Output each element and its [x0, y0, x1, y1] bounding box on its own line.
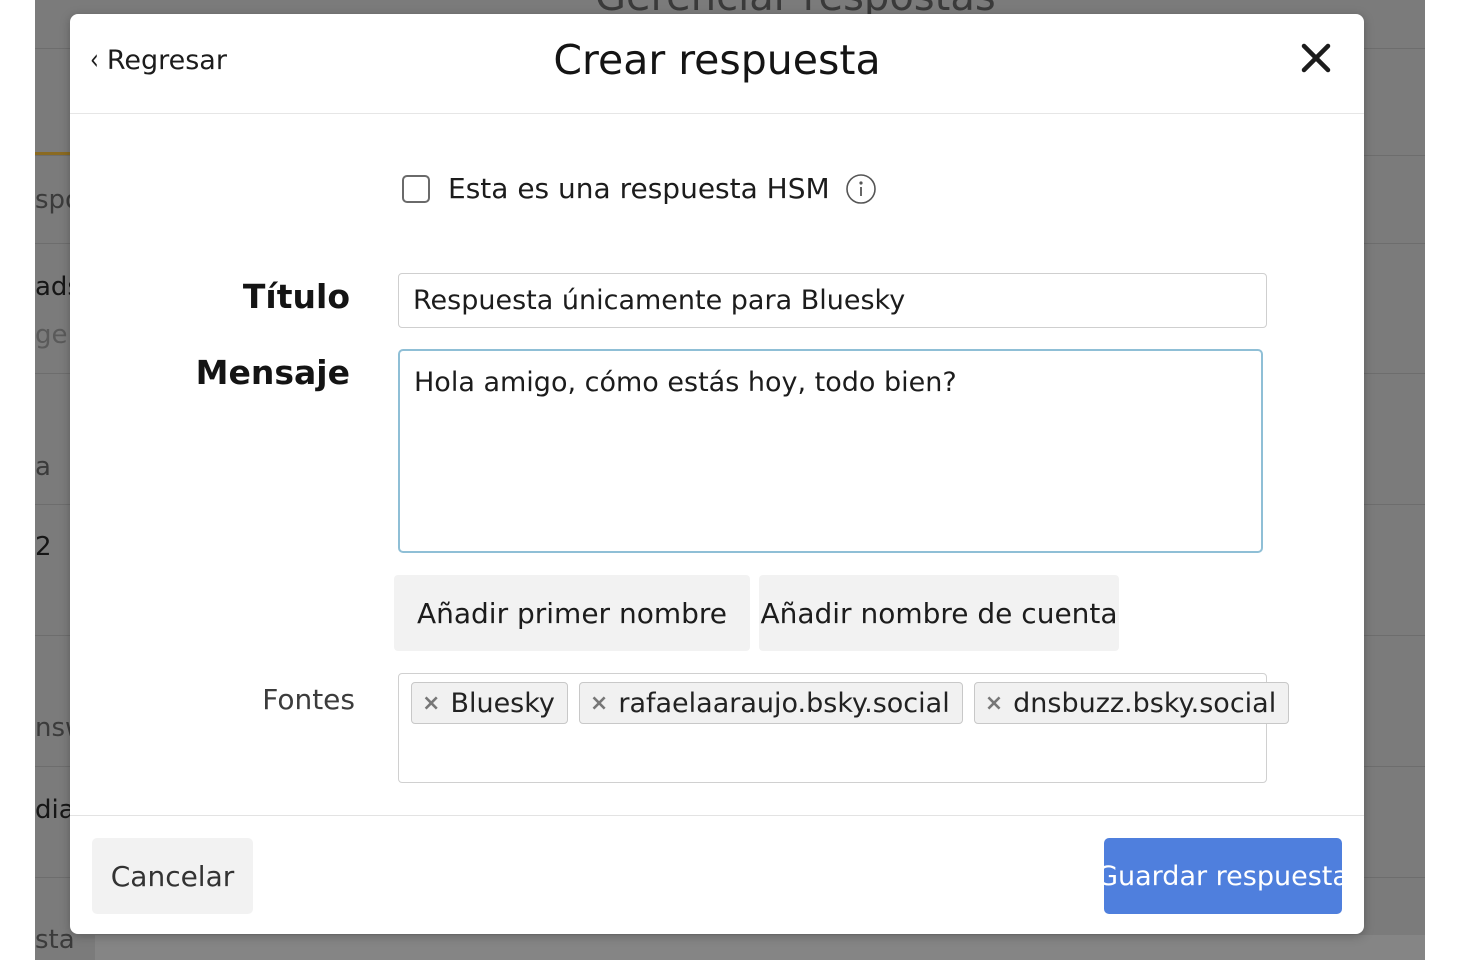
sources-field-label: Fontes [262, 683, 355, 716]
modal-footer: Cancelar Guardar respuesta [70, 815, 1364, 934]
close-icon [1301, 43, 1331, 73]
hsm-label: Esta es una respuesta HSM [448, 172, 830, 205]
background-text-fragment: ge [35, 320, 68, 350]
close-button[interactable] [1296, 38, 1336, 78]
source-tag-label: Bluesky [450, 687, 555, 719]
source-tag-label: rafaelaaraujo.bsky.social [618, 687, 950, 719]
source-tag: × Bluesky [411, 682, 568, 724]
background-text-fragment: dia [35, 795, 75, 825]
remove-tag-icon[interactable]: × [985, 691, 1003, 716]
add-first-name-button[interactable]: Añadir primer nombre [394, 575, 750, 651]
background-text-fragment: a [35, 452, 51, 482]
hsm-row: Esta es una respuesta HSM [402, 172, 877, 205]
modal-title: Crear respuesta [553, 36, 881, 84]
hsm-checkbox[interactable] [402, 174, 430, 203]
source-tag: × dnsbuzz.bsky.social [973, 682, 1290, 724]
message-textarea[interactable]: Hola amigo, cómo estás hoy, todo bien? [398, 349, 1263, 553]
source-tag-label: dnsbuzz.bsky.social [1013, 687, 1277, 719]
source-tags: × Bluesky × rafaelaaraujo.bsky.social × … [411, 682, 1290, 724]
background-bar [95, 935, 1425, 960]
remove-tag-icon[interactable]: × [590, 691, 608, 716]
create-response-modal: ‹ Regresar Crear respuesta Esta es una r… [70, 14, 1364, 934]
info-icon[interactable] [845, 173, 877, 205]
background-text-fragment: 2 [35, 532, 52, 562]
title-field-label: Título [242, 277, 350, 316]
modal-header: ‹ Regresar Crear respuesta [70, 14, 1364, 114]
cancel-button[interactable]: Cancelar [92, 838, 253, 914]
title-input[interactable]: Respuesta únicamente para Bluesky [398, 273, 1267, 328]
remove-tag-icon[interactable]: × [422, 691, 440, 716]
save-response-button[interactable]: Guardar respuesta [1097, 838, 1349, 914]
add-account-name-button[interactable]: Añadir nombre de cuenta [759, 575, 1119, 651]
sources-multiselect[interactable]: × Bluesky × rafaelaaraujo.bsky.social × … [398, 673, 1290, 783]
message-field-label: Mensaje [195, 353, 350, 392]
background-text-fragment: sta [35, 925, 75, 955]
source-tag: × rafaelaaraujo.bsky.social [578, 682, 963, 724]
